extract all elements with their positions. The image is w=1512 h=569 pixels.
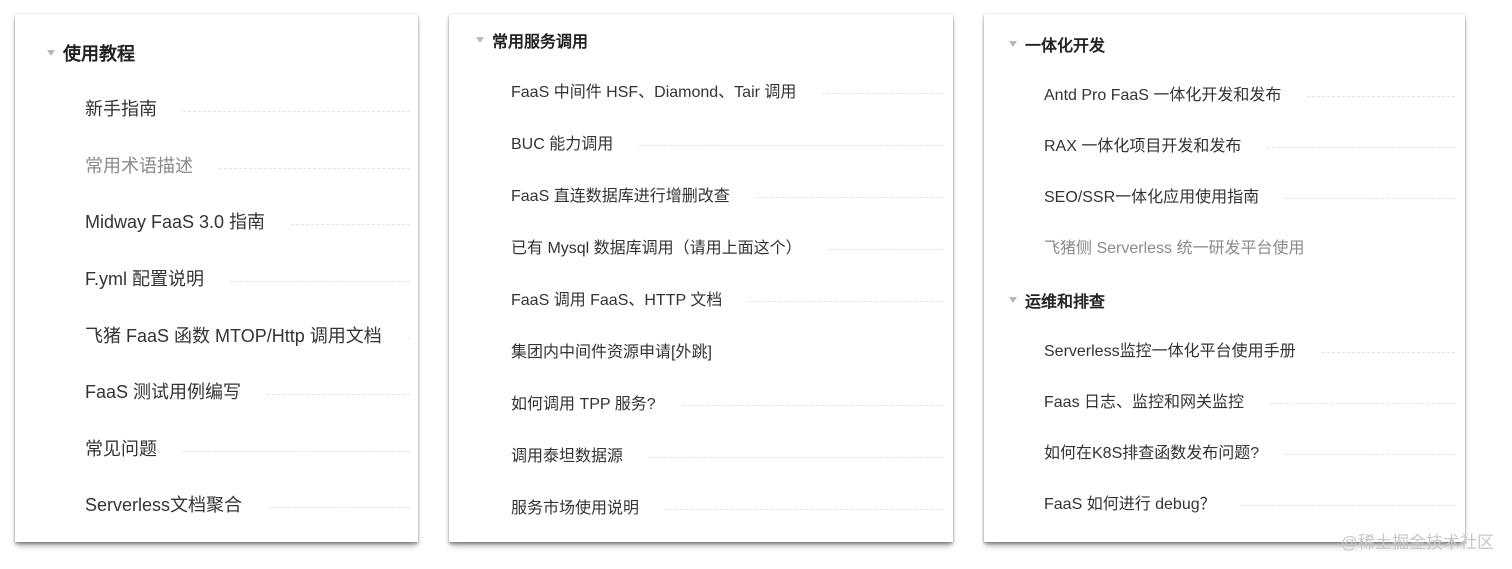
nav-item-glossary[interactable]: 常用术语描述: [85, 152, 410, 178]
nav-item-label: 飞猪 FaaS 函数 MTOP/Http 调用文档: [85, 326, 382, 346]
section-title: 常用服务调用: [492, 34, 589, 51]
nav-item-faas-http[interactable]: FaaS 调用 FaaS、HTTP 文档: [511, 286, 943, 310]
caret-down-icon[interactable]: [47, 50, 55, 56]
nav-item-label: F.yml 配置说明: [85, 269, 204, 289]
nav-panel-services: 常用服务调用 FaaS 中间件 HSF、Diamond、Tair 调用 BUC …: [449, 14, 953, 542]
leader-dots: [291, 223, 410, 225]
leader-dots: [230, 280, 410, 282]
nav-item-label: 常用术语描述: [85, 156, 193, 176]
leader-dots: [649, 456, 943, 458]
nav-item-middleware[interactable]: FaaS 中间件 HSF、Diamond、Tair 调用: [511, 78, 943, 102]
nav-item-label: BUC 能力调用: [511, 136, 614, 153]
nav-item-label: 调用泰坦数据源: [511, 448, 624, 465]
leader-dots: [681, 404, 943, 406]
nav-item-unified-platform[interactable]: 飞猪侧 Serverless 统一研发平台使用: [1044, 234, 1455, 258]
caret-down-icon[interactable]: [1009, 297, 1017, 303]
section-header-services[interactable]: 常用服务调用: [476, 28, 588, 52]
nav-item-k8s[interactable]: 如何在K8S排查函数发布问题?: [1044, 439, 1455, 463]
nav-item-label: SEO/SSR一体化应用使用指南: [1044, 189, 1260, 206]
nav-item-db-crud[interactable]: FaaS 直连数据库进行增删改查: [511, 182, 943, 206]
leader-dots: [1321, 351, 1455, 353]
nav-item-label: Faas 日志、监控和网关监控: [1044, 394, 1245, 411]
leader-dots: [827, 248, 943, 250]
nav-item-antd-pro[interactable]: Antd Pro FaaS 一体化开发和发布: [1044, 81, 1455, 105]
nav-item-rax[interactable]: RAX 一体化项目开发和发布: [1044, 132, 1455, 156]
leader-dots: [748, 300, 943, 302]
nav-item-label: 已有 Mysql 数据库调用（请用上面这个）: [511, 240, 802, 257]
leader-dots: [407, 337, 410, 339]
leader-dots: [639, 144, 943, 146]
nav-item-beginner-guide[interactable]: 新手指南: [85, 95, 410, 121]
leader-dots: [1270, 402, 1455, 404]
nav-item-label: Serverless监控一体化平台使用手册: [1044, 343, 1296, 360]
nav-item-marketplace[interactable]: 服务市场使用说明: [511, 494, 943, 518]
nav-item-label: 飞猪侧 Serverless 统一研发平台使用: [1044, 240, 1305, 257]
leader-dots: [183, 450, 410, 452]
nav-item-label: 如何调用 TPP 服务?: [511, 396, 656, 413]
section-header-ops[interactable]: 运维和排查: [1009, 288, 1105, 312]
leader-dots: [755, 196, 943, 198]
nav-item-seo-ssr[interactable]: SEO/SSR一体化应用使用指南: [1044, 183, 1455, 207]
nav-item-label: FaaS 直连数据库进行增删改查: [511, 188, 730, 205]
nav-item-logs[interactable]: Faas 日志、监控和网关监控: [1044, 388, 1455, 412]
leader-dots: [219, 167, 410, 169]
nav-item-debug[interactable]: FaaS 如何进行 debug？: [1044, 490, 1455, 514]
nav-item-label: FaaS 调用 FaaS、HTTP 文档: [511, 292, 723, 309]
nav-item-monitoring[interactable]: Serverless监控一体化平台使用手册: [1044, 337, 1455, 361]
nav-item-faq[interactable]: 常见问题: [85, 435, 410, 461]
leader-dots: [665, 508, 943, 510]
nav-item-label: FaaS 如何进行 debug？: [1044, 496, 1216, 513]
section-header-integrated-dev[interactable]: 一体化开发: [1009, 32, 1105, 56]
nav-item-label: Serverless文档聚合: [85, 495, 243, 515]
nav-item-midway-guide[interactable]: Midway FaaS 3.0 指南: [85, 208, 410, 234]
nav-item-label: Midway FaaS 3.0 指南: [85, 212, 266, 232]
leader-dots: [1285, 197, 1455, 199]
nav-item-label: 集团内中间件资源申请[外跳]: [511, 344, 712, 361]
nav-item-label: 新手指南: [85, 99, 157, 119]
section-title: 使用教程: [63, 44, 135, 64]
section-header-tutorial[interactable]: 使用教程: [47, 40, 135, 66]
nav-item-label: 服务市场使用说明: [511, 500, 640, 517]
leader-dots: [1241, 504, 1455, 506]
leader-dots: [183, 110, 410, 112]
section-title: 一体化开发: [1025, 38, 1106, 55]
nav-item-buc[interactable]: BUC 能力调用: [511, 130, 943, 154]
nav-item-label: FaaS 测试用例编写: [85, 382, 242, 402]
nav-item-label: Antd Pro FaaS 一体化开发和发布: [1044, 87, 1282, 104]
nav-panel-devops: 一体化开发 Antd Pro FaaS 一体化开发和发布 RAX 一体化项目开发…: [984, 14, 1465, 542]
leader-dots: [267, 393, 410, 395]
leader-dots: [268, 506, 410, 508]
nav-item-mtop-http-doc[interactable]: 飞猪 FaaS 函数 MTOP/Http 调用文档: [85, 322, 410, 348]
leader-dots: [1285, 453, 1455, 455]
nav-item-label: RAX 一体化项目开发和发布: [1044, 138, 1242, 155]
watermark: @稀土掘金技术社区: [1340, 533, 1494, 552]
nav-item-test-cases[interactable]: FaaS 测试用例编写: [85, 378, 410, 404]
leader-dots: [822, 92, 943, 94]
nav-item-label: FaaS 中间件 HSF、Diamond、Tair 调用: [511, 84, 797, 101]
section-title: 运维和排查: [1025, 294, 1106, 311]
nav-item-titan[interactable]: 调用泰坦数据源: [511, 442, 943, 466]
leader-dots: [1307, 95, 1455, 97]
nav-item-label: 如何在K8S排查函数发布问题?: [1044, 445, 1260, 462]
nav-panel-tutorial: 使用教程 新手指南 常用术语描述 Midway FaaS 3.0 指南 F.ym…: [15, 14, 418, 542]
nav-item-tpp[interactable]: 如何调用 TPP 服务?: [511, 390, 943, 414]
nav-item-resource-request[interactable]: 集团内中间件资源申请[外跳]: [511, 338, 943, 362]
leader-dots: [1267, 146, 1455, 148]
nav-item-mysql[interactable]: 已有 Mysql 数据库调用（请用上面这个）: [511, 234, 943, 258]
nav-item-label: 常见问题: [85, 439, 157, 459]
caret-down-icon[interactable]: [1009, 41, 1017, 47]
nav-item-serverless-docs[interactable]: Serverless文档聚合: [85, 491, 410, 517]
nav-item-fyml-config[interactable]: F.yml 配置说明: [85, 265, 410, 291]
caret-down-icon[interactable]: [476, 37, 484, 43]
